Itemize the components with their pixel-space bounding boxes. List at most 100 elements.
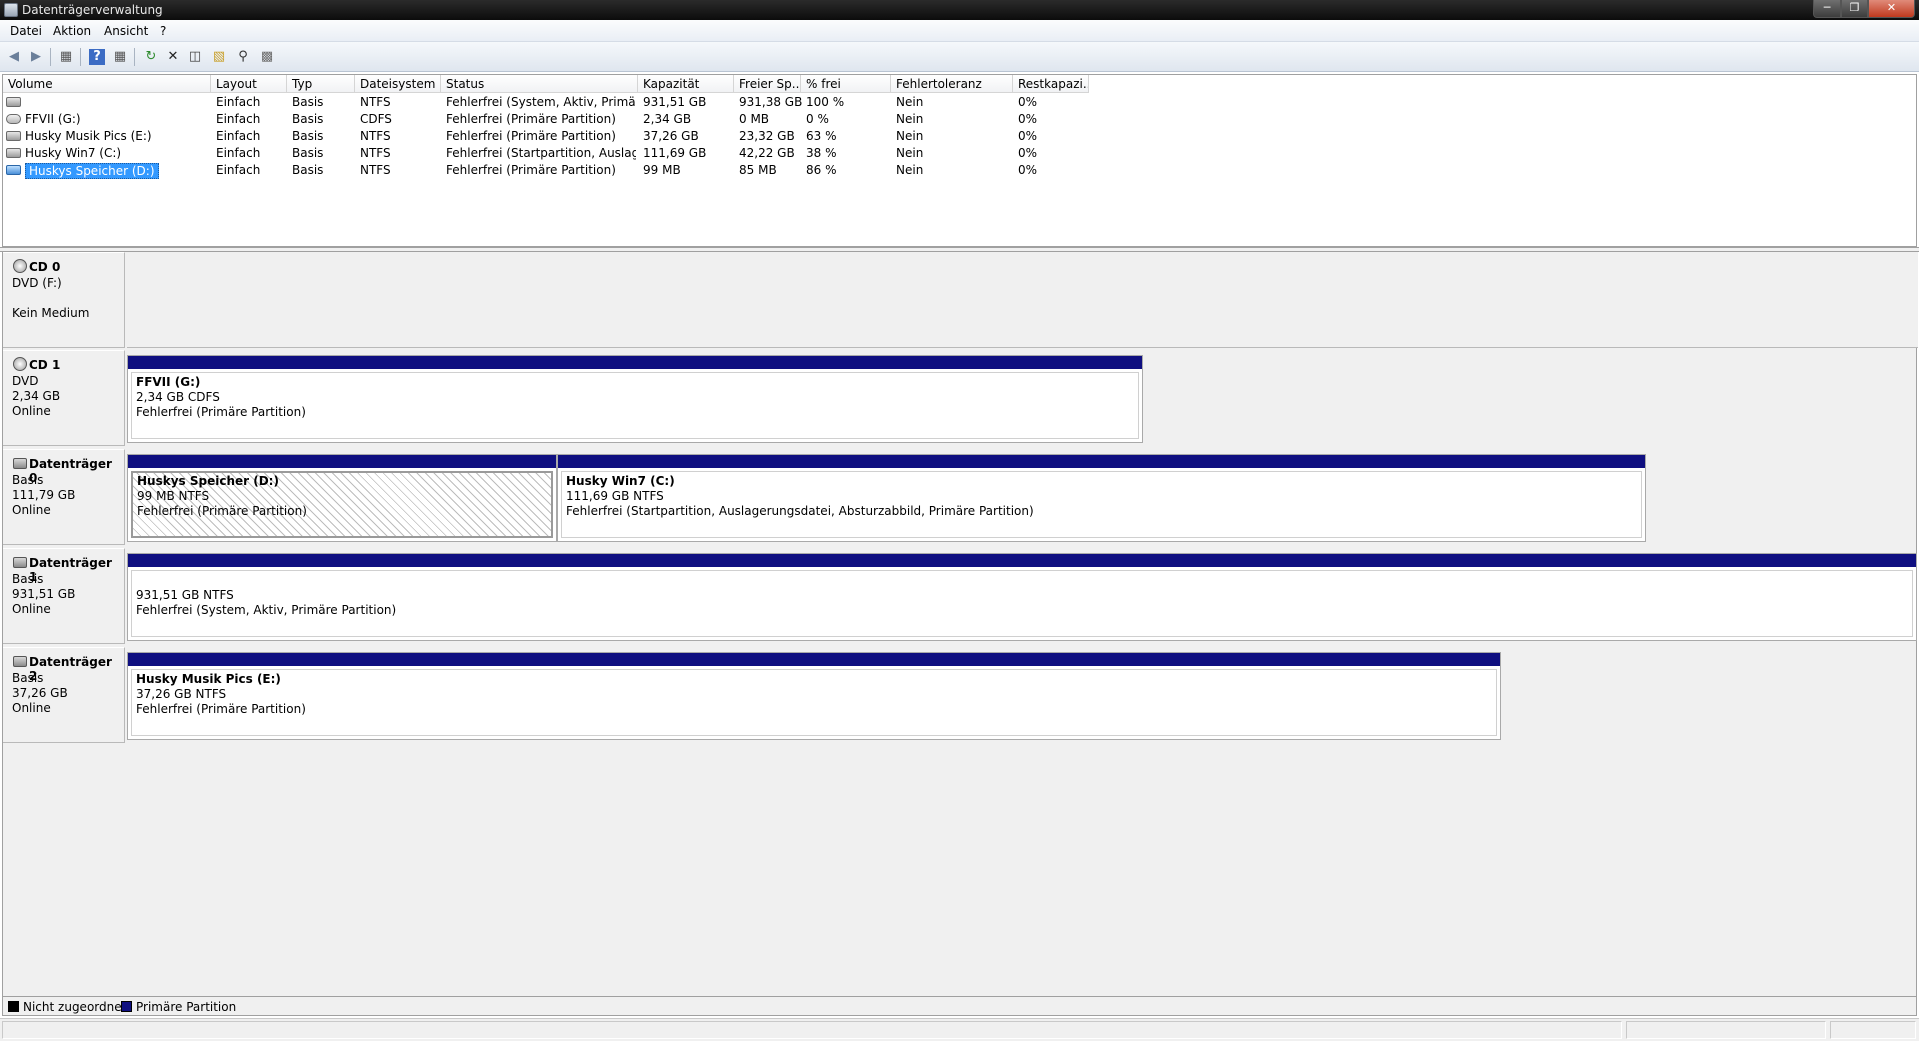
volume-layout: Einfach	[216, 95, 261, 109]
partition-size: 99 MB NTFS	[137, 489, 210, 503]
disk-graphical-view[interactable]: CD 0 DVD (F:) Kein Medium CD 1 DVD 2,34 …	[2, 252, 1918, 996]
window-title: Datenträgerverwaltung	[22, 3, 163, 17]
disk-management-window: Datenträgerverwaltung ─ ❐ ✕ Datei Aktion…	[0, 0, 1919, 1041]
partition-title: Husky Musik Pics (E:)	[136, 672, 281, 686]
partition-body: FFVII (G:) 2,34 GB CDFS Fehlerfrei (Prim…	[131, 372, 1139, 439]
volume-overhead: 0%	[1018, 112, 1038, 126]
export-list-icon[interactable]: ◫	[187, 49, 203, 65]
disk-label[interactable]: Datenträger 2 Basis 37,26 GB Online	[3, 647, 125, 743]
column-header-free-space[interactable]: Freier Sp...	[734, 75, 801, 93]
legend-label-unallocated: Nicht zugeordnet	[23, 1000, 127, 1014]
disk-state: Online	[12, 602, 51, 616]
properties-icon[interactable]: ▦	[112, 49, 128, 65]
partition-system-unnamed[interactable]: 931,51 GB NTFS Fehlerfrei (System, Aktiv…	[127, 553, 1917, 641]
column-header-filesystem[interactable]: Dateisystem	[355, 75, 441, 93]
volume-name: Husky Win7 (C:)	[25, 146, 122, 160]
open-folder-icon[interactable]: ▧	[211, 49, 227, 65]
disk-name: CD 0	[29, 260, 61, 274]
volume-filesystem: NTFS	[360, 146, 391, 160]
volume-filesystem: NTFS	[360, 163, 391, 177]
partition-title: Huskys Speicher (D:)	[137, 474, 279, 488]
rescan-disks-icon[interactable]: ▩	[259, 49, 275, 65]
column-header-percent-free[interactable]: % frei	[801, 75, 891, 93]
primary-partition-bar	[128, 455, 556, 468]
partition-huskys-speicher-d[interactable]: Huskys Speicher (D:) 99 MB NTFS Fehlerfr…	[127, 454, 557, 542]
volume-capacity: 37,26 GB	[643, 129, 699, 143]
partition-husky-win7-c[interactable]: Husky Win7 (C:) 111,69 GB NTFS Fehlerfre…	[557, 454, 1646, 542]
disk-label[interactable]: Datenträger 0 Basis 111,79 GB Online	[3, 449, 125, 545]
column-header-layout[interactable]: Layout	[211, 75, 287, 93]
disk-volume-icon	[6, 131, 21, 141]
delete-icon[interactable]: ✕	[165, 49, 181, 65]
volume-fault-tolerance: Nein	[896, 129, 924, 143]
disk-name: CD 1	[29, 358, 61, 372]
volume-status: Fehlerfrei (Primäre Partition)	[446, 129, 616, 143]
forward-arrow-icon[interactable]: ▶	[28, 49, 44, 65]
disk-size: 2,34 GB	[12, 389, 61, 403]
menu-file[interactable]: Datei	[10, 24, 42, 38]
back-arrow-icon[interactable]: ◀	[6, 49, 22, 65]
volume-fault-tolerance: Nein	[896, 95, 924, 109]
refresh-icon[interactable]: ↻	[143, 49, 159, 65]
disk-type: DVD	[12, 374, 39, 388]
volume-row[interactable]: Husky Musik Pics (E:) Einfach Basis NTFS…	[3, 128, 1093, 145]
disk-row-disk2: Datenträger 2 Basis 37,26 GB Online Husk…	[3, 647, 1918, 743]
maximize-button[interactable]: ❐	[1841, 0, 1868, 18]
volume-fault-tolerance: Nein	[896, 146, 924, 160]
volume-row[interactable]: Husky Win7 (C:) Einfach Basis NTFS Fehle…	[3, 145, 1093, 162]
title-bar[interactable]: Datenträgerverwaltung ─ ❐ ✕	[0, 0, 1919, 20]
partition-status: Fehlerfrei (Startpartition, Auslagerungs…	[566, 504, 1034, 518]
primary-partition-bar	[128, 653, 1500, 666]
toolbar-separator	[50, 48, 51, 66]
volume-layout: Einfach	[216, 146, 261, 160]
disk-label[interactable]: CD 0 DVD (F:) Kein Medium	[3, 252, 125, 348]
volume-fault-tolerance: Nein	[896, 112, 924, 126]
disk-label[interactable]: CD 1 DVD 2,34 GB Online	[3, 350, 125, 446]
column-header-volume[interactable]: Volume	[3, 75, 211, 93]
minimize-button[interactable]: ─	[1813, 0, 1841, 18]
volume-type: Basis	[292, 146, 324, 160]
toolbar-separator	[134, 48, 135, 66]
disk-volume-icon	[6, 148, 21, 158]
disk-label[interactable]: Datenträger 1 Basis 931,51 GB Online	[3, 548, 125, 644]
volume-row[interactable]: Einfach Basis NTFS Fehlerfrei (System, A…	[3, 94, 1093, 111]
menu-bar: Datei Aktion Ansicht ?	[0, 20, 1919, 42]
search-icon[interactable]: ⚲	[235, 49, 251, 65]
cd-drive-icon	[13, 357, 27, 371]
volume-type: Basis	[292, 163, 324, 177]
partition-body-selected: Huskys Speicher (D:) 99 MB NTFS Fehlerfr…	[131, 471, 553, 538]
volume-capacity: 2,34 GB	[643, 112, 692, 126]
help-icon[interactable]: ?	[89, 49, 105, 65]
column-header-fault-tolerance[interactable]: Fehlertoleranz	[891, 75, 1013, 93]
menu-help[interactable]: ?	[160, 24, 166, 38]
status-pane-main	[2, 1021, 1622, 1039]
disk-volume-icon	[6, 97, 21, 107]
close-button[interactable]: ✕	[1868, 0, 1915, 18]
column-header-overhead[interactable]: Restkapazi...	[1013, 75, 1089, 93]
partition-body: 931,51 GB NTFS Fehlerfrei (System, Aktiv…	[131, 570, 1913, 637]
volume-list[interactable]: Volume Layout Typ Dateisystem Status Kap…	[2, 74, 1917, 247]
minimize-icon: ─	[1823, 1, 1831, 14]
volume-row-selected[interactable]: Huskys Speicher (D:) Einfach Basis NTFS …	[3, 162, 1093, 179]
status-bar	[0, 1018, 1919, 1041]
partition-husky-musik-pics-e[interactable]: Husky Musik Pics (E:) 37,26 GB NTFS Fehl…	[127, 652, 1501, 740]
volume-free-space: 85 MB	[739, 163, 777, 177]
partition-ffvii-g[interactable]: FFVII (G:) 2,34 GB CDFS Fehlerfrei (Prim…	[127, 355, 1143, 443]
legend-swatch-unallocated	[8, 1001, 19, 1012]
status-pane-3	[1830, 1021, 1916, 1039]
volume-status: Fehlerfrei (Startpartition, Auslage...	[446, 146, 636, 160]
disk-type: Basis	[12, 572, 44, 586]
disk-size: 111,79 GB	[12, 488, 76, 502]
column-header-type[interactable]: Typ	[287, 75, 355, 93]
menu-view[interactable]: Ansicht	[104, 24, 148, 38]
disk-row-disk0: Datenträger 0 Basis 111,79 GB Online Hus…	[3, 449, 1918, 545]
volume-capacity: 931,51 GB	[643, 95, 707, 109]
volume-overhead: 0%	[1018, 163, 1038, 177]
column-header-capacity[interactable]: Kapazität	[638, 75, 734, 93]
close-icon: ✕	[1886, 1, 1897, 14]
volume-row[interactable]: FFVII (G:) Einfach Basis CDFS Fehlerfrei…	[3, 111, 1093, 128]
empty-media-area	[127, 252, 1918, 348]
console-tree-icon[interactable]: ▦	[58, 49, 74, 65]
menu-action[interactable]: Aktion	[53, 24, 91, 38]
column-header-status[interactable]: Status	[441, 75, 638, 93]
